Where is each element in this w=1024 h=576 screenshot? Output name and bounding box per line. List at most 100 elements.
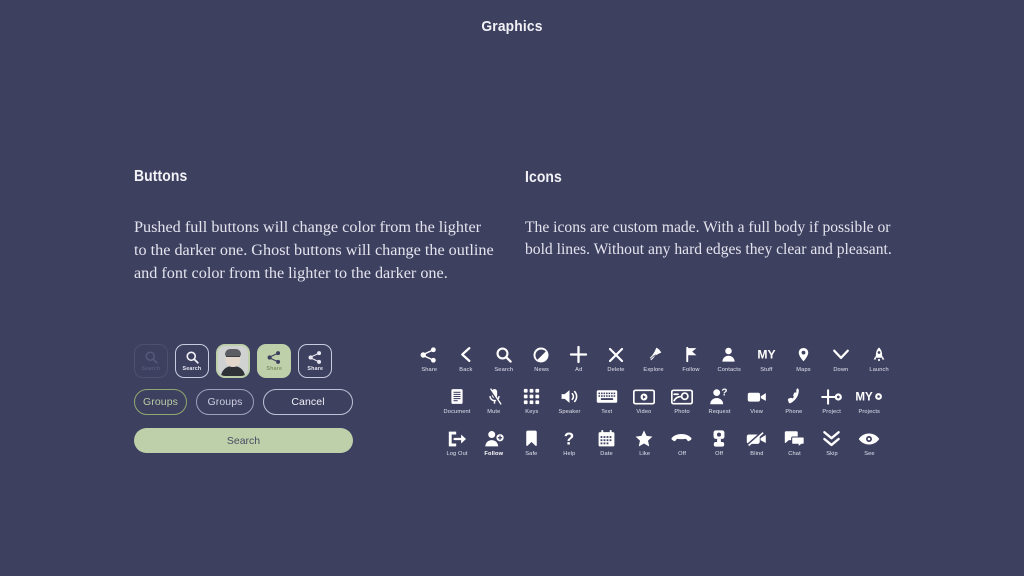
icon-label: Speaker	[558, 409, 581, 415]
search-icon	[495, 344, 513, 365]
lamp-icon	[712, 428, 726, 449]
icon-cell-down[interactable]: Down	[823, 344, 861, 373]
search-icon-button-active[interactable]: Search	[175, 344, 209, 378]
share-icon-button-pushed[interactable]: Share	[257, 344, 291, 378]
share-icon-button-ghost[interactable]: Share	[298, 344, 332, 378]
icon-cell-delete[interactable]: Delete	[598, 344, 636, 373]
icon-cell-help[interactable]: ? Help	[551, 428, 589, 457]
icon-label: Down	[833, 367, 849, 373]
speaker-icon	[560, 386, 579, 407]
icon-label: Skip	[825, 451, 838, 457]
icon-cell-off-lamp[interactable]: Off	[701, 428, 739, 457]
icon-cell-contacts[interactable]: Contacts	[710, 344, 748, 373]
mic-muted-icon	[487, 386, 502, 407]
star-icon	[634, 428, 654, 449]
icon-cell-like[interactable]: Like	[626, 428, 664, 457]
icon-cell-stuff[interactable]: MY Stuff	[748, 344, 786, 373]
icon-label: Phone	[785, 409, 803, 415]
icon-label: Request	[708, 409, 731, 415]
share-icon	[419, 344, 438, 365]
search-full-button[interactable]: Search	[134, 428, 353, 453]
icon-cell-chat[interactable]: Chat	[776, 428, 814, 457]
logout-icon	[447, 428, 467, 449]
icon-cell-news[interactable]: News	[523, 344, 561, 373]
icon-cell-project[interactable]: Project	[813, 386, 851, 415]
icon-cell-projects[interactable]: MY Projects	[851, 386, 889, 415]
svg-text:MY: MY	[856, 392, 874, 404]
icon-label: Explore	[643, 367, 664, 373]
icon-label: Mute	[487, 409, 501, 415]
avatar-button[interactable]	[216, 344, 250, 378]
icon-label: Document	[443, 409, 471, 415]
groups-button-green[interactable]: Groups	[134, 389, 187, 415]
icon-label: News	[533, 367, 549, 373]
icon-cell-back[interactable]: Back	[448, 344, 486, 373]
icon-cell-log-out[interactable]: Log Out	[438, 428, 476, 457]
icon-cell-launch[interactable]: Launch	[860, 344, 898, 373]
camcorder-icon	[747, 386, 767, 407]
icon-cell-see[interactable]: See	[851, 428, 889, 457]
icon-cell-date[interactable]: Date	[588, 428, 626, 457]
page-title: Graphics	[481, 18, 543, 35]
icon-cell-blind[interactable]: Blind	[738, 428, 776, 457]
icon-cell-ad[interactable]: Ad	[560, 344, 598, 373]
icon-label: Help	[563, 451, 576, 457]
icon-button-label: Share	[266, 366, 282, 373]
icon-cell-off-phone[interactable]: Off	[663, 428, 701, 457]
video-play-icon	[633, 386, 656, 407]
icon-cell-mute[interactable]: Mute	[476, 386, 514, 415]
icon-label: Launch	[869, 367, 889, 373]
icons-section: Icons The icons are custom made. With a …	[525, 169, 905, 261]
icon-label: Search	[494, 367, 514, 373]
keyboard-icon	[596, 386, 618, 407]
cancel-button[interactable]: Cancel	[263, 389, 353, 415]
icon-cell-explore[interactable]: Explore	[635, 344, 673, 373]
icon-cell-skip[interactable]: Skip	[813, 428, 851, 457]
plus-icon	[569, 344, 588, 365]
icon-cell-request[interactable]: ? Request	[701, 386, 739, 415]
icon-cell-phone[interactable]: Phone	[776, 386, 814, 415]
eye-icon	[858, 428, 880, 449]
icon-cell-text[interactable]: Text	[588, 386, 626, 415]
icon-label: Follow	[484, 451, 504, 457]
icon-label: Maps	[796, 367, 811, 373]
icon-cell-safe[interactable]: Safe	[513, 428, 551, 457]
phone-icon	[786, 386, 802, 407]
svg-text:?: ?	[564, 430, 574, 448]
icon-label: Keys	[525, 409, 539, 415]
icon-cell-video[interactable]: Video	[626, 386, 664, 415]
compass-needle-icon	[645, 344, 662, 365]
icon-cell-maps[interactable]: Maps	[785, 344, 823, 373]
icon-cell-follow[interactable]: Follow	[673, 344, 711, 373]
keypad-grid-icon	[523, 386, 540, 407]
icon-label: Share	[420, 367, 437, 373]
icon-cell-share[interactable]: Share	[410, 344, 448, 373]
icon-cell-keys[interactable]: Keys	[513, 386, 551, 415]
groups-button-gray[interactable]: Groups	[196, 389, 254, 415]
icon-cell-follow-person[interactable]: Follow	[476, 428, 514, 457]
question-icon: ?	[562, 428, 576, 449]
icon-cell-search[interactable]: Search	[485, 344, 523, 373]
icon-grid-row: Document Mute Keys Speaker Text Video Ph…	[438, 386, 904, 415]
icon-label: Video	[636, 409, 652, 415]
document-icon	[450, 386, 464, 407]
icon-label: Like	[638, 451, 650, 457]
icon-label: Blind	[750, 451, 764, 457]
avatar	[218, 346, 248, 376]
chevron-left-icon	[458, 344, 475, 365]
icon-label: Text	[601, 409, 613, 415]
icon-label: Delete	[607, 367, 625, 373]
icon-label: Back	[459, 367, 473, 373]
button-samples: Search Search Share Share Groups Groups …	[134, 344, 364, 453]
close-x-icon	[607, 344, 625, 365]
icon-cell-document[interactable]: Document	[438, 386, 476, 415]
icon-cell-speaker[interactable]: Speaker	[551, 386, 589, 415]
icon-cell-photo[interactable]: Photo	[663, 386, 701, 415]
icon-button-label: Share	[307, 366, 323, 373]
icon-cell-view[interactable]: View	[738, 386, 776, 415]
search-icon-button-disabled[interactable]: Search	[134, 344, 168, 378]
icon-label: Ad	[575, 367, 583, 373]
icon-label: Projects	[858, 409, 881, 415]
icon-label: Photo	[673, 409, 690, 415]
chat-bubbles-icon	[784, 428, 805, 449]
